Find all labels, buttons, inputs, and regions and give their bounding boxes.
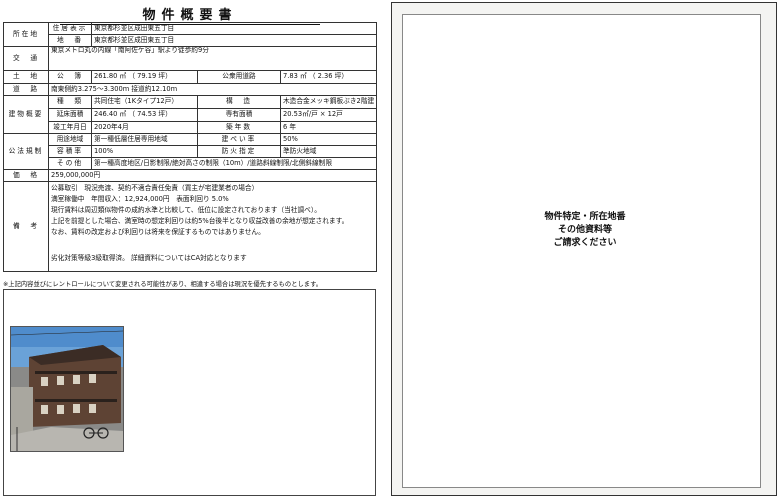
- building-photo: [10, 326, 124, 452]
- bcr-value: 50%: [280, 133, 377, 146]
- public-label: 公 簿: [48, 70, 92, 84]
- use-zone-label: 用途地域: [48, 133, 92, 146]
- road-label: 道 路: [3, 83, 49, 96]
- remarks-line: 劣化対策等級3級取得済。 詳細資料についてはCA対応となります: [51, 254, 247, 262]
- inquiry-line: ご請求ください: [553, 238, 617, 248]
- remarks-spacer: [51, 238, 374, 249]
- other-label: その他: [48, 157, 92, 170]
- floor-area-label: 延床面積: [48, 108, 92, 122]
- building-illustration: [11, 327, 123, 451]
- completed-value: 2020年4月: [91, 121, 198, 134]
- inquiry-page: 物件特定・所在地番 その他資料等 ご請求ください: [391, 2, 777, 496]
- inquiry-message: 物件特定・所在地番 その他資料等 ご請求ください: [392, 211, 778, 250]
- remarks-line: 満室稼働中 年間収入：12,924,000円 表面利回り 5.0%: [51, 195, 229, 203]
- blank-map-sheet: [402, 14, 761, 488]
- regulation-label: 公法規制: [3, 133, 49, 170]
- public-road-label: 公衆用道路: [197, 70, 281, 84]
- price-value: 259,000,000円: [48, 169, 377, 182]
- property-summary-sheet: 物件概要書 所在地 住居表示 東京都杉並区成田東五丁目 地 番 東京都杉並区成田…: [0, 0, 382, 498]
- remarks-line: 公募取引 現況売渡、契約不適合責任免責（買主が宅建業者の場合）: [51, 184, 259, 192]
- remarks-line: 現行賃料は周辺類似物件の成約水準と比較して、低位に設定されております（当社調べ）…: [51, 206, 321, 214]
- lot-value: 東京都杉並区成田東五丁目: [91, 34, 377, 47]
- structure-label: 構 造: [197, 95, 281, 109]
- lot-label: 地 番: [48, 34, 92, 47]
- remarks-line: なお、賃料の改定および利回りは将来を保証するものではありません。: [51, 228, 265, 236]
- building-label: 建物概要: [3, 95, 49, 134]
- age-label: 築年数: [197, 121, 281, 134]
- public-value: 261.80 ㎡ （ 79.19 坪）: [91, 70, 198, 84]
- location-label: 所在地: [3, 22, 49, 47]
- land-label: 土 地: [3, 70, 49, 84]
- far-label: 容積率: [48, 145, 92, 158]
- age-value: 6 年: [280, 121, 377, 134]
- private-area-value: 20.53㎡/戸 × 12戸: [280, 108, 377, 122]
- road-value: 南東側約3.275～3.300m 接道約12.10m: [48, 83, 377, 96]
- other-value: 第一種高度地区/日影制限/絶対高さの制限（10m）/道路斜線制限/北側斜線制限: [91, 157, 377, 170]
- structure-value: 木造合金メッキ鋼板ぶき2階建: [280, 95, 377, 109]
- fire-label: 防火指定: [197, 145, 281, 158]
- far-value: 100%: [91, 145, 198, 158]
- remarks-label: 備 考: [3, 181, 49, 272]
- fire-value: 準防火地域: [280, 145, 377, 158]
- price-label: 価 格: [3, 169, 49, 182]
- type-value: 共同住宅（1Kタイプ12戸）: [91, 95, 198, 109]
- inquiry-line: その他資料等: [557, 225, 612, 235]
- type-label: 種 類: [48, 95, 92, 109]
- remarks-line: 上記を前提とした場合、満室時の想定利回りは約5%台後半となり収益改善の余地が想定…: [51, 217, 349, 225]
- traffic-value: 東京メトロ丸の内線「南阿佐ケ谷」駅より徒歩約9分: [48, 46, 377, 71]
- traffic-label: 交 通: [3, 46, 49, 71]
- public-road-value: 7.83 ㎡ （ 2.36 坪）: [280, 70, 377, 84]
- address-value: 東京都杉並区成田東五丁目: [91, 22, 377, 35]
- bcr-label: 建ぺい率: [197, 133, 281, 146]
- property-spec-table: 所在地 住居表示 東京都杉並区成田東五丁目 地 番 東京都杉並区成田東五丁目 交…: [3, 22, 377, 272]
- completed-label: 竣工年月日: [48, 121, 92, 134]
- address-label: 住居表示: [48, 22, 92, 35]
- floor-area-value: 246.40 ㎡ （ 74.53 坪）: [91, 108, 198, 122]
- inquiry-line: 物件特定・所在地番: [544, 212, 626, 222]
- remarks-block: 公募取引 現況売渡、契約不適合責任免責（買主が宅建業者の場合） 満室稼働中 年間…: [48, 181, 377, 272]
- footnote: ※上記内容並びにレントロールについて変更される可能性があり、相違する場合は現況を…: [3, 281, 323, 288]
- private-area-label: 専有面積: [197, 108, 281, 122]
- use-zone-value: 第一種低層住居専用地域: [91, 133, 198, 146]
